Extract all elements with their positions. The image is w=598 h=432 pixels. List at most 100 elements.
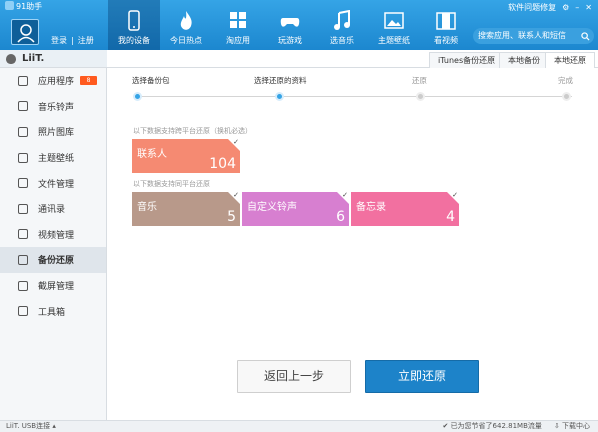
sidebar-item-screenshots[interactable]: 截屏管理 [0, 273, 106, 299]
tile-label: 自定义铃声 [247, 202, 297, 213]
nav-label: 我的设备 [118, 36, 150, 45]
tile-contacts[interactable]: 联系人 104 ✓ [132, 138, 240, 173]
sidebar-item-label: 通讯录 [38, 205, 66, 216]
shield-check-icon: ✔ [442, 422, 451, 430]
flame-icon [180, 11, 192, 30]
update-badge: 8 [80, 76, 97, 85]
nav-video[interactable]: 看视频 [420, 0, 472, 50]
auth-divider: | [71, 36, 74, 45]
nav-wallpaper[interactable]: 主题壁纸 [368, 0, 420, 50]
nav-apps[interactable]: 淘应用 [212, 0, 264, 50]
music-icon [18, 101, 28, 112]
download-center-link[interactable]: ⇩ 下载中心 [554, 421, 590, 432]
traffic-saved-text: 已为您节省了642.81MB流量 [450, 422, 542, 430]
sidebar-item-apps[interactable]: 应用程序 8 [0, 68, 106, 94]
window-utilities: 软件问题修复 ⚙ – ✕ [508, 2, 592, 13]
section-label-cross-platform: 以下数据支持跨平台还原（换机必选） [133, 127, 252, 135]
user-icon [17, 24, 35, 43]
backup-icon [18, 254, 28, 265]
avatar[interactable] [11, 19, 39, 45]
chevron-up-icon: ▴ [52, 422, 56, 430]
gamepad-icon [280, 18, 300, 27]
sidebar-item-label: 主题壁纸 [38, 154, 75, 165]
sidebar-item-toolbox[interactable]: 工具箱 [0, 298, 106, 324]
nav-label: 今日热点 [170, 36, 202, 45]
step-progress: 选择备份包 选择还原的资料 还原 完成 [107, 68, 598, 113]
tile-count: 104 [209, 156, 236, 172]
checkmark-icon: ✓ [233, 191, 239, 199]
search-placeholder: 搜索应用、联系人和短信 [478, 31, 566, 40]
sidebar-item-contacts[interactable]: 通讯录 [0, 196, 106, 222]
tab-local-restore[interactable]: 本地还原 [545, 52, 595, 68]
status-connection: USB连接 [21, 422, 51, 430]
nav-label: 淘应用 [226, 36, 250, 45]
nav-label: 主题壁纸 [378, 36, 410, 45]
sidebar-item-photos[interactable]: 照片图库 [0, 119, 106, 145]
app-title: 91助手 [5, 1, 42, 12]
auth-links: 登录 | 注册 [49, 35, 96, 46]
film-icon [436, 12, 456, 30]
apple-icon [6, 54, 16, 64]
login-link[interactable]: 登录 [51, 36, 67, 45]
download-icon: ⇩ [553, 422, 562, 430]
connection-status[interactable]: LiiT. USB连接 ▴ [6, 421, 56, 432]
sidebar-item-label: 备份还原 [38, 256, 75, 267]
tile-music[interactable]: 音乐 5 ✓ [132, 191, 240, 226]
tab-itunes-backup-restore[interactable]: iTunes备份还原 [429, 52, 505, 68]
contacts-icon [18, 203, 28, 214]
sidebar-item-label: 工具箱 [38, 307, 66, 318]
sidebar-item-label: 音乐铃声 [38, 102, 75, 113]
search-input[interactable]: 搜索应用、联系人和短信 [473, 28, 594, 44]
register-link[interactable]: 注册 [78, 36, 94, 45]
nav-label: 玩游戏 [278, 36, 302, 45]
sidebar-item-files[interactable]: 文件管理 [0, 170, 106, 196]
traffic-saved: ✔ 已为您节省了642.81MB流量 [442, 421, 541, 432]
tab-bar: iTunes备份还原 本地备份 本地还原 [107, 50, 598, 68]
app-title-text: 91助手 [16, 2, 43, 11]
video-icon [18, 229, 28, 240]
nav-music[interactable]: 选音乐 [316, 0, 368, 50]
tile-label: 音乐 [137, 202, 157, 213]
sidebar-item-label: 文件管理 [38, 179, 75, 190]
download-center-label: 下载中心 [562, 422, 590, 430]
step-label: 选择备份包 [132, 76, 170, 85]
nav-hot-today[interactable]: 今日热点 [160, 0, 212, 50]
phone-icon [128, 10, 140, 31]
folder-icon [18, 178, 28, 189]
settings-icon[interactable]: ⚙ [562, 3, 569, 12]
sidebar-item-label: 视频管理 [38, 230, 75, 241]
tab-local-backup[interactable]: 本地备份 [499, 52, 549, 68]
sidebar-item-backup-restore[interactable]: 备份还原 [0, 247, 106, 273]
sidebar-item-music[interactable]: 音乐铃声 [0, 94, 106, 120]
tile-count: 4 [446, 209, 455, 225]
toolbox-icon [18, 306, 28, 317]
restore-now-button[interactable]: 立即还原 [365, 360, 479, 393]
section-label-same-platform: 以下数据支持同平台还原 [133, 180, 210, 188]
nav-games[interactable]: 玩游戏 [264, 0, 316, 50]
wallpaper-icon [18, 152, 28, 163]
device-header: LiiT. [0, 50, 107, 68]
sidebar-item-videos[interactable]: 视频管理 [0, 222, 106, 248]
checkmark-icon: ✓ [233, 138, 239, 146]
nav-label: 选音乐 [330, 36, 354, 45]
sidebar-item-wallpaper[interactable]: 主题壁纸 [0, 145, 106, 171]
nav-my-device[interactable]: 我的设备 [108, 0, 160, 50]
step-track [137, 96, 572, 97]
tile-label: 联系人 [137, 149, 167, 160]
tile-label: 备忘录 [356, 202, 386, 213]
music-note-icon [334, 10, 350, 30]
screenshot-icon [18, 280, 28, 291]
step-label: 完成 [558, 76, 573, 85]
tile-memos[interactable]: 备忘录 4 ✓ [351, 191, 459, 226]
image-icon [384, 12, 404, 29]
close-icon[interactable]: ✕ [585, 3, 592, 12]
search-icon[interactable] [581, 31, 590, 47]
step-dot-pending [416, 92, 425, 101]
app-logo-icon [5, 1, 14, 10]
main-panel: 选择备份包 选择还原的资料 还原 完成 以下数据支持跨平台还原（换机必选） 联系… [107, 68, 598, 420]
feedback-link[interactable]: 软件问题修复 [508, 2, 556, 13]
minimize-icon[interactable]: – [575, 3, 579, 12]
tile-custom-ringtones[interactable]: 自定义铃声 6 ✓ [242, 191, 349, 226]
back-button[interactable]: 返回上一步 [237, 360, 351, 393]
checkmark-icon: ✓ [452, 191, 458, 199]
